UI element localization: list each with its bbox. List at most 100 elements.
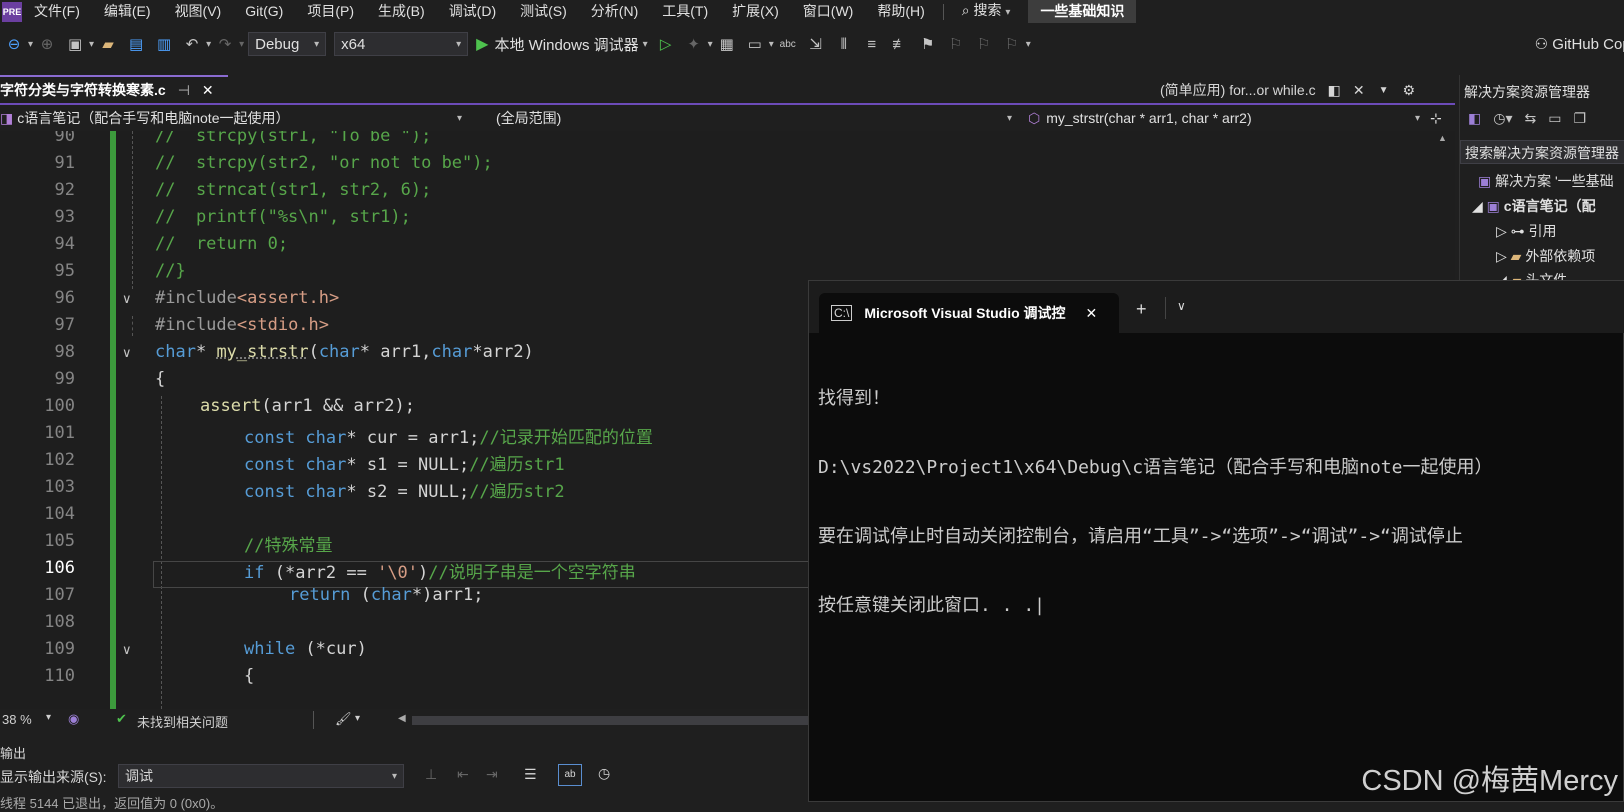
navigate-forward-icon[interactable]: ⊕ (36, 33, 58, 55)
menu-help[interactable]: 帮助(H) (865, 0, 936, 23)
clock-icon[interactable]: ◷ (598, 765, 610, 782)
chevron-down-icon[interactable]: ▼ (1379, 85, 1389, 96)
code-line: if (*arr2 == '\0')//说明子串是一个空字符串 (244, 558, 636, 583)
search-button[interactable]: ⌕ 搜索 ▾ (950, 0, 1023, 24)
save-icon[interactable]: ▤ (125, 33, 147, 55)
clear-all-icon[interactable]: ☰ (524, 766, 537, 783)
project-dropdown[interactable]: ◨ c语言笔记（配合手写和电脑note一起使用） ▾ (0, 107, 462, 129)
chevron-down-icon[interactable]: ▾ (239, 39, 244, 50)
menu-test[interactable]: 测试(S) (508, 0, 579, 23)
code-line: char* my_strstr(char* arr1,char*arr2) (155, 342, 534, 362)
chevron-down-icon[interactable]: ▾ (28, 39, 33, 50)
chevron-down-icon[interactable]: ▾ (206, 39, 211, 50)
bookmark-icon[interactable]: ⚑ (917, 33, 939, 55)
solution-configuration-select[interactable]: Debug ▾ (248, 32, 327, 56)
github-copilot-button[interactable]: ⚇ GitHub Copi (1535, 35, 1624, 53)
pin-icon[interactable]: ◧ (1328, 82, 1341, 99)
debug-console-window[interactable]: C:\ Microsoft Visual Studio 调试控 ✕ + ∨ 找得… (808, 280, 1624, 802)
solution-search-input[interactable]: 搜索解决方案资源管理器 (1460, 140, 1624, 164)
chevron-down-icon[interactable]: ▾ (46, 712, 51, 723)
tree-item-external-deps[interactable]: ▷ ▰ 外部依赖项 (1496, 246, 1595, 266)
scope-dropdown[interactable]: (全局范围) ▾ (496, 107, 1012, 129)
pages-icon[interactable]: ❐ (1573, 110, 1586, 127)
collapse-icon[interactable]: ▭ (1548, 110, 1561, 127)
code-line: // printf("%s\n", str1); (155, 207, 411, 227)
close-icon[interactable]: ✕ (1086, 305, 1098, 322)
menu-extensions[interactable]: 扩展(X) (720, 0, 791, 23)
menu-window[interactable]: 窗口(W) (791, 0, 866, 23)
open-folder-icon[interactable]: ▰ (97, 33, 119, 55)
browse-icon[interactable]: ▦ (716, 33, 738, 55)
prev-message-icon[interactable]: ⇤ (457, 766, 469, 783)
close-icon[interactable]: ✕ (202, 82, 214, 99)
spell-check-icon[interactable]: abc (777, 33, 799, 55)
menu-analyze[interactable]: 分析(N) (579, 0, 650, 23)
tab-active-document[interactable]: 字符分类与字符转换寒素.c ⊣ ✕ (0, 75, 228, 103)
line-number-current: 106 (44, 558, 75, 578)
next-bookmark-icon[interactable]: ⚐ (973, 33, 995, 55)
chevron-down-icon[interactable]: ▾ (769, 39, 774, 50)
step-over-icon[interactable]: ⇲ (805, 33, 827, 55)
menu-file[interactable]: 文件(F) (22, 0, 92, 23)
chevron-down-icon[interactable]: ∨ (122, 345, 132, 361)
navigate-back-icon[interactable]: ⊖ (3, 33, 25, 55)
next-message-icon[interactable]: ⇥ (486, 766, 498, 783)
menu-project[interactable]: 项目(P) (295, 0, 366, 23)
chevron-down-icon: ▾ (456, 112, 462, 124)
chevron-down-icon[interactable]: ∨ (122, 642, 132, 658)
history-icon[interactable]: ◷▾ (1493, 110, 1512, 127)
line-number: 93 (54, 207, 75, 227)
chevron-down-icon[interactable]: ∨ (122, 291, 132, 307)
tree-item-references[interactable]: ▷ ⊶ 引用 (1496, 221, 1557, 241)
comment-icon[interactable]: ≡ (861, 33, 883, 55)
new-tab-icon[interactable]: + (1136, 299, 1147, 320)
layout-icon[interactable]: ▭ (744, 33, 766, 55)
prev-bookmark-icon[interactable]: ⚐ (945, 33, 967, 55)
switch-views-icon[interactable]: ◧ (1468, 110, 1481, 127)
search-icon: ⌕ (961, 2, 974, 18)
undo-icon[interactable]: ↶ (181, 33, 203, 55)
menu-debug[interactable]: 调试(D) (437, 0, 508, 23)
split-icon[interactable]: ⊹ (1430, 107, 1450, 129)
hot-reload-icon[interactable]: ✦ (683, 33, 705, 55)
zoom-level[interactable]: 38 % (2, 712, 32, 727)
code-token: ) (418, 563, 429, 583)
menu-edit[interactable]: 编辑(E) (92, 0, 163, 23)
menu-git[interactable]: Git(G) (233, 0, 295, 23)
new-project-icon[interactable]: ▣ (64, 33, 86, 55)
start-without-debugging-icon[interactable]: ▷ (655, 33, 677, 55)
close-icon[interactable]: ✕ (1353, 82, 1365, 99)
output-source-select[interactable]: 调试 ▾ (118, 764, 404, 788)
scroll-left-icon[interactable]: ◀ (398, 713, 406, 724)
sync-icon[interactable]: ⇆ (1524, 110, 1536, 127)
word-wrap-icon[interactable]: ab (558, 764, 582, 786)
issues-status[interactable]: 未找到相关问题 (137, 712, 228, 731)
member-dropdown[interactable]: ⬡ my_strstr(char * arr1, char * arr2) ▾ (1028, 107, 1420, 129)
chevron-down-icon[interactable]: ▾ (708, 39, 713, 50)
clear-bookmark-icon[interactable]: ⚐ (1001, 33, 1023, 55)
solution-platform-select[interactable]: x64 ▾ (334, 32, 469, 56)
horizontal-scrollbar[interactable] (412, 716, 808, 725)
toggle-icon[interactable]: ⫴ (833, 33, 855, 55)
chevron-down-icon[interactable]: ▾ (89, 39, 94, 50)
redo-icon[interactable]: ↷ (214, 33, 236, 55)
start-debugging-button[interactable]: ▶ 本地 Windows 调试器 ▾ (476, 34, 648, 55)
intellicode-icon[interactable]: ◉ (68, 711, 79, 727)
chevron-down-icon[interactable]: ▾ (355, 713, 360, 724)
menu-view[interactable]: 视图(V) (163, 0, 234, 23)
save-all-icon[interactable]: ▥ (153, 33, 175, 55)
scroll-up-icon[interactable]: ▲ (1438, 133, 1447, 143)
chevron-down-icon[interactable]: ▾ (1026, 39, 1031, 50)
tree-item-project[interactable]: ◢ ▣ c语言笔记（配 (1472, 196, 1596, 216)
pin-icon[interactable]: ⊣ (178, 82, 190, 99)
chevron-down-icon[interactable]: ∨ (1177, 299, 1186, 313)
find-message-icon[interactable]: ⊥ (425, 766, 437, 783)
console-tab[interactable]: C:\ Microsoft Visual Studio 调试控 ✕ (819, 293, 1119, 333)
uncomment-icon[interactable]: ≢ (889, 33, 911, 55)
menu-tools[interactable]: 工具(T) (650, 0, 720, 23)
tab-preview-document[interactable]: (简单应用) for...or while.c ◧ ✕ ▼ ⚙ (1160, 77, 1415, 103)
gear-icon[interactable]: ⚙ (1402, 82, 1415, 99)
menu-build[interactable]: 生成(B) (366, 0, 437, 23)
tree-item-solution[interactable]: ▣ 解决方案 '一些基础 (1478, 171, 1614, 191)
cleanup-icon[interactable]: 🖌 (335, 711, 352, 727)
